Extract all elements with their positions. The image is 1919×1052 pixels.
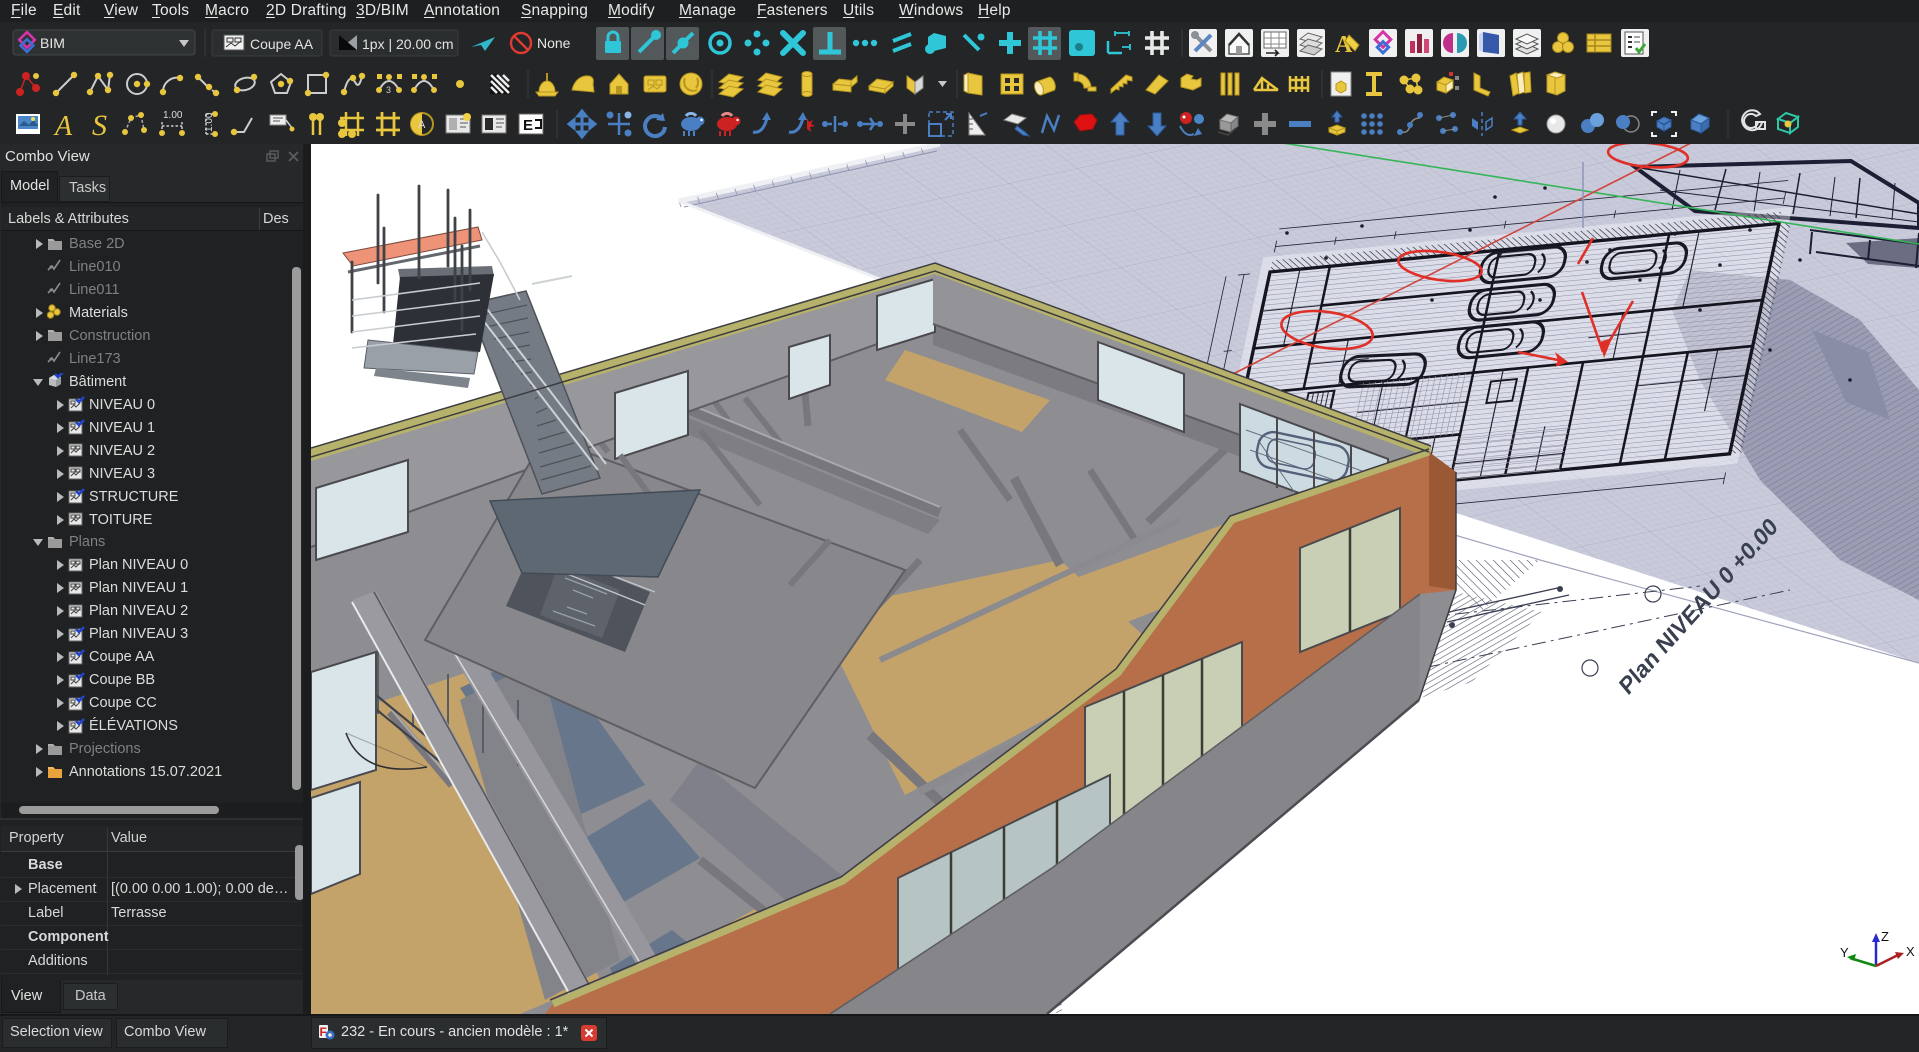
svg-text:None: None (537, 35, 571, 51)
svg-text:S: S (92, 109, 107, 142)
svg-text:Z: Z (1881, 929, 1889, 944)
svg-text:A: A (418, 119, 426, 131)
svg-text:Coupe AA: Coupe AA (250, 36, 314, 52)
svg-text:A: A (53, 111, 73, 142)
svg-text:3: 3 (386, 85, 391, 95)
svg-text:F: F (320, 1025, 327, 1039)
svg-text:1px | 20.00 cm: 1px | 20.00 cm (362, 36, 454, 52)
svg-text:X: X (1906, 944, 1915, 959)
svg-text:Y: Y (1840, 945, 1849, 960)
svg-text:E: E (523, 117, 533, 134)
svg-text:1.00: 1.00 (163, 110, 183, 121)
svg-text:BIM: BIM (40, 35, 65, 51)
